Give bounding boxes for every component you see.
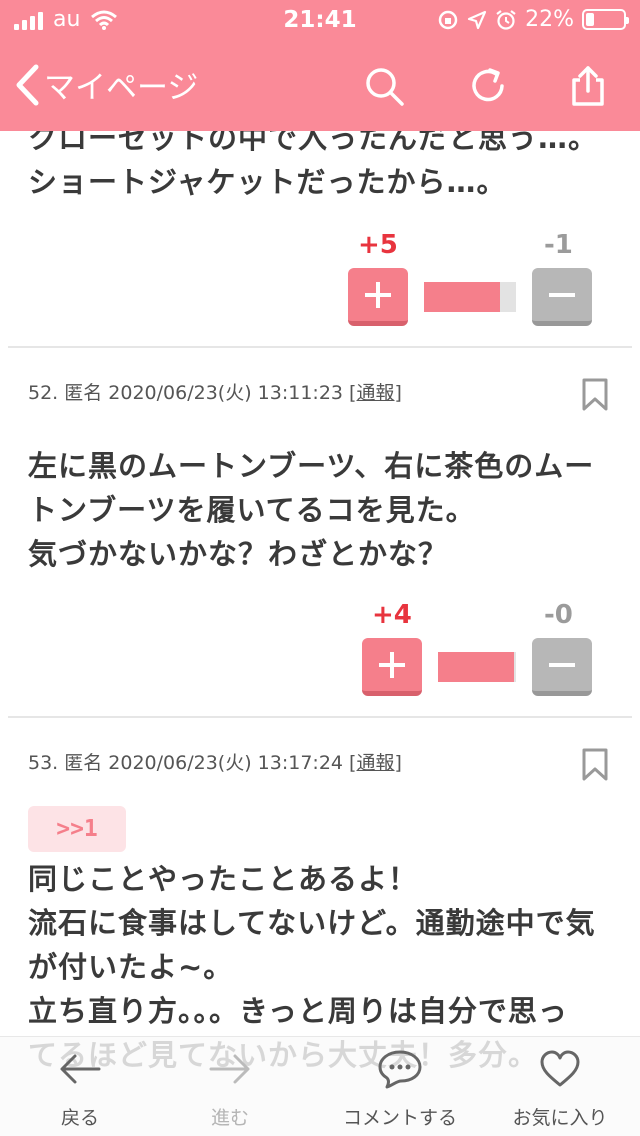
- comment-bubble-icon: [378, 1050, 422, 1089]
- bookmark-icon[interactable]: [582, 748, 608, 786]
- top-bar: au 21:41 22% マイページ: [0, 0, 640, 131]
- arrow-right-icon: [209, 1054, 250, 1084]
- comment-meta-text: 52. 匿名 2020/06/23(火) 13:11:23: [28, 382, 350, 404]
- search-icon[interactable]: [362, 64, 406, 108]
- vote-widget: +4 -0: [352, 600, 622, 700]
- vote-ratio-bar: [438, 652, 516, 682]
- comment-meta: 53. 匿名 2020/06/23(火) 13:17:24 [通報]: [8, 748, 632, 775]
- plus-button[interactable]: [348, 268, 408, 326]
- vote-ratio-fill: [424, 282, 501, 312]
- plus-button[interactable]: [362, 638, 422, 696]
- divider: [8, 716, 632, 718]
- nav-bar: マイページ: [0, 40, 640, 131]
- toolbar-back-label: 戻る: [60, 1107, 99, 1129]
- plus-icon: [379, 651, 405, 678]
- minus-button[interactable]: [532, 638, 592, 696]
- comment-meta: 52. 匿名 2020/06/23(火) 13:11:23 [通報]: [8, 378, 632, 405]
- vote-ratio-bar: [424, 282, 516, 312]
- report-link[interactable]: [通報]: [349, 752, 402, 774]
- minus-icon: [549, 662, 575, 667]
- divider: [8, 346, 632, 348]
- comment-meta-text: 53. 匿名 2020/06/23(火) 13:17:24: [28, 752, 350, 774]
- toolbar-comment-button[interactable]: コメントする: [320, 1037, 480, 1136]
- chevron-left-icon: [16, 64, 39, 105]
- screen-lock-icon: [438, 10, 458, 29]
- location-icon: [467, 10, 487, 29]
- share-icon[interactable]: [566, 64, 610, 108]
- plus-icon: [365, 281, 391, 308]
- bottom-toolbar: 戻る 進む コメントする お気に入り: [0, 1036, 640, 1136]
- bookmark-icon[interactable]: [582, 378, 608, 416]
- plus-count: +5: [358, 230, 398, 260]
- comment-post: 52. 匿名 2020/06/23(火) 13:11:23 [通報] 左に黒のム…: [8, 378, 632, 576]
- minus-count: -0: [544, 600, 573, 630]
- toolbar-forward-button[interactable]: 進む: [150, 1037, 310, 1136]
- plus-count: +4: [372, 600, 412, 630]
- vote-widget: +5 -1: [338, 230, 608, 330]
- reload-icon[interactable]: [466, 64, 510, 108]
- back-label: マイページ: [44, 70, 199, 106]
- minus-count: -1: [544, 230, 573, 260]
- alarm-icon: [496, 9, 516, 30]
- minus-icon: [549, 292, 575, 297]
- report-link[interactable]: [通報]: [349, 382, 402, 404]
- heart-icon: [540, 1050, 580, 1087]
- toolbar-back-button[interactable]: 戻る: [0, 1037, 160, 1136]
- toolbar-comment-label: コメントする: [342, 1107, 457, 1129]
- vote-ratio-fill: [438, 652, 514, 682]
- toolbar-favorite-label: お気に入り: [512, 1107, 608, 1129]
- toolbar-favorite-button[interactable]: お気に入り: [480, 1037, 640, 1136]
- comment-post: 53. 匿名 2020/06/23(火) 13:17:24 [通報]: [8, 748, 632, 781]
- arrow-left-icon: [60, 1054, 101, 1084]
- status-bar: au 21:41 22%: [0, 0, 640, 40]
- reply-anchor[interactable]: >>1: [28, 806, 126, 852]
- battery-icon: [582, 9, 629, 30]
- minus-button[interactable]: [532, 268, 592, 326]
- back-button[interactable]: マイページ: [14, 62, 198, 107]
- toolbar-forward-label: 進む: [210, 1107, 249, 1129]
- comment-body: 左に黒のムートンブーツ、右に茶色のムー トンブーツを履いてるコを見た。 気づかな…: [28, 449, 595, 571]
- battery-percent: 22%: [525, 7, 574, 32]
